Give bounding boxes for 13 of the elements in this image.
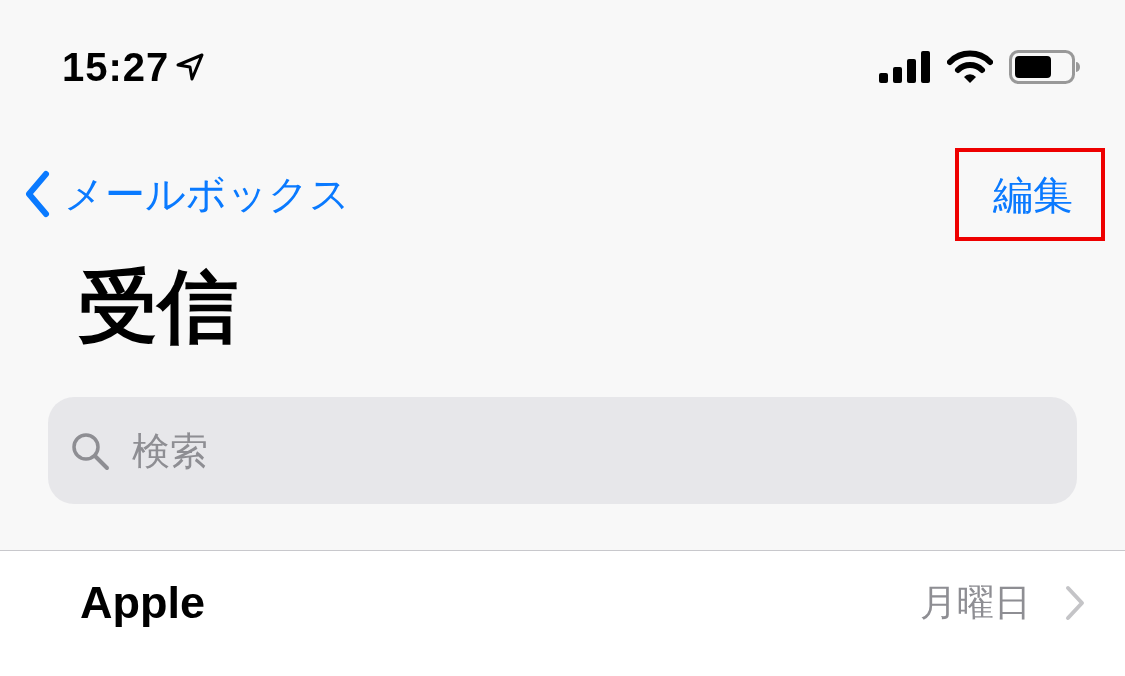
status-time: 15:27 — [62, 44, 170, 90]
back-chevron-icon — [24, 170, 50, 218]
battery-icon — [1009, 50, 1081, 84]
chevron-icon — [1065, 585, 1085, 621]
page-title: 受信 — [77, 259, 239, 355]
signal-icon — [879, 51, 931, 83]
edit-button[interactable]: 編集 — [955, 147, 1105, 241]
message-sender: Apple — [80, 577, 205, 629]
message-date: 月曜日 — [920, 580, 1031, 626]
wifi-icon — [947, 50, 993, 84]
back-button[interactable]: メールボックス — [24, 166, 350, 222]
location-arrow-icon — [175, 52, 206, 82]
search-field[interactable]: 検索 — [48, 397, 1077, 504]
